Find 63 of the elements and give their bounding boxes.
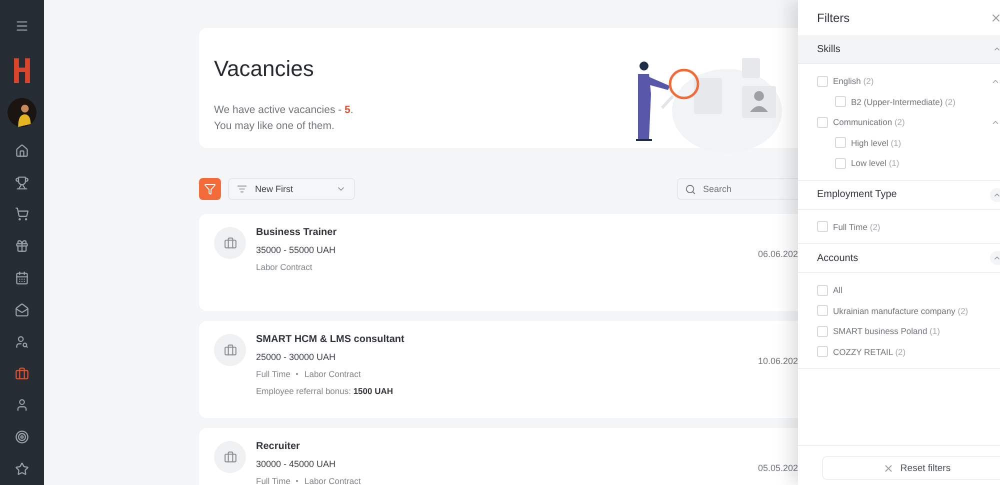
filter-option[interactable]: English (2)	[833, 76, 874, 86]
vacancies-summary: We have active vacancies - 5.	[214, 103, 354, 118]
briefcase-icon	[214, 441, 246, 473]
panel-title: Filters	[817, 10, 850, 24]
filter-option[interactable]: SMART business Poland (1)	[833, 326, 940, 336]
filter-option[interactable]: Full Time (2)	[833, 222, 880, 232]
vacancy-tag: Labor Contract	[256, 262, 312, 272]
filter-button[interactable]	[199, 178, 221, 200]
checkbox[interactable]	[835, 96, 846, 108]
briefcase-icon	[214, 227, 246, 259]
chevron-up-icon	[993, 45, 1000, 53]
sort-dropdown[interactable]: New First	[228, 178, 355, 200]
filter-option[interactable]: B2 (Upper-Intermediate) (2)	[851, 96, 956, 107]
checkbox[interactable]	[835, 158, 846, 169]
filter-section-header[interactable]: Employment Type	[798, 180, 1000, 210]
close-icon	[883, 462, 894, 474]
checkbox[interactable]	[817, 346, 828, 358]
checkbox[interactable]	[817, 305, 828, 316]
reset-filters-button[interactable]: Reset filters	[822, 456, 1000, 480]
filter-option[interactable]: Low level (1)	[851, 158, 900, 168]
checkbox[interactable]	[817, 326, 828, 337]
checkbox[interactable]	[817, 76, 828, 87]
filter-section-header[interactable]: Skills	[798, 35, 1000, 64]
filter-option[interactable]: Communication (2)	[833, 117, 905, 128]
vacancy-tag: Full Time	[256, 476, 290, 485]
filter-option[interactable]: High level (1)	[851, 138, 902, 148]
filter-icon	[204, 183, 216, 195]
checkbox[interactable]	[817, 116, 828, 128]
chevron-up-icon	[993, 254, 1000, 262]
sort-icon	[237, 184, 247, 194]
salary: 35000 - 55000 UAH	[256, 245, 337, 255]
filter-option[interactable]: COZZY RETAIL (2)	[833, 346, 906, 357]
salary: 25000 - 30000 UAH	[256, 352, 337, 362]
search-icon	[685, 184, 696, 195]
vacancy-title: SMART HCM & LMS consultant	[256, 334, 406, 345]
vacancy-date: 06.06.202	[758, 249, 798, 261]
page-title: Vacancies	[214, 56, 315, 82]
checkbox[interactable]	[817, 221, 828, 232]
vacancy-card[interactable]: Business Trainer 35000 - 55000 UAH Labor Contract 06.06.202	[199, 214, 798, 311]
search-field[interactable]: Search	[677, 178, 798, 200]
vacancy-date: 10.06.202	[758, 356, 798, 368]
salary: 30000 - 45000 UAH	[256, 459, 337, 469]
vacancy-date: 05.05.202	[758, 463, 798, 475]
vacancy-card[interactable]: SMART HCM & LMS consultant 25000 - 30000 UAH Full Time Labor Contract Employee referral bonus: 1500 UAH 10.06.202	[199, 321, 798, 418]
filter-section-header[interactable]: Accounts	[798, 244, 1000, 273]
separator-dot	[296, 480, 298, 482]
referral-bonus: Employee referral bonus: 1500 UAH	[256, 386, 394, 396]
filter-option[interactable]: Ukrainian manufacture company (2)	[833, 306, 968, 316]
vacancy-tag: Full Time	[256, 369, 290, 379]
subtitle: You may like one of them.	[214, 119, 336, 134]
logo: H	[12, 54, 32, 90]
separator-dot	[296, 373, 298, 375]
checkbox[interactable]	[817, 284, 828, 296]
vacancy-tag: Labor Contract	[304, 369, 361, 379]
vacancy-card[interactable]: Recruiter 30000 - 45000 UAH Full Time Labor Contract 05.05.202	[199, 428, 798, 485]
close-icon[interactable]	[990, 12, 1000, 24]
vacancy-tag: Labor Contract	[304, 476, 361, 485]
filter-option[interactable]: All	[833, 285, 842, 296]
checkbox[interactable]	[835, 137, 846, 148]
briefcase-icon	[214, 334, 246, 366]
avatar[interactable]	[7, 98, 37, 127]
vacancy-title: Recruiter	[256, 441, 301, 452]
vacancy-title: Business Trainer	[256, 227, 338, 238]
